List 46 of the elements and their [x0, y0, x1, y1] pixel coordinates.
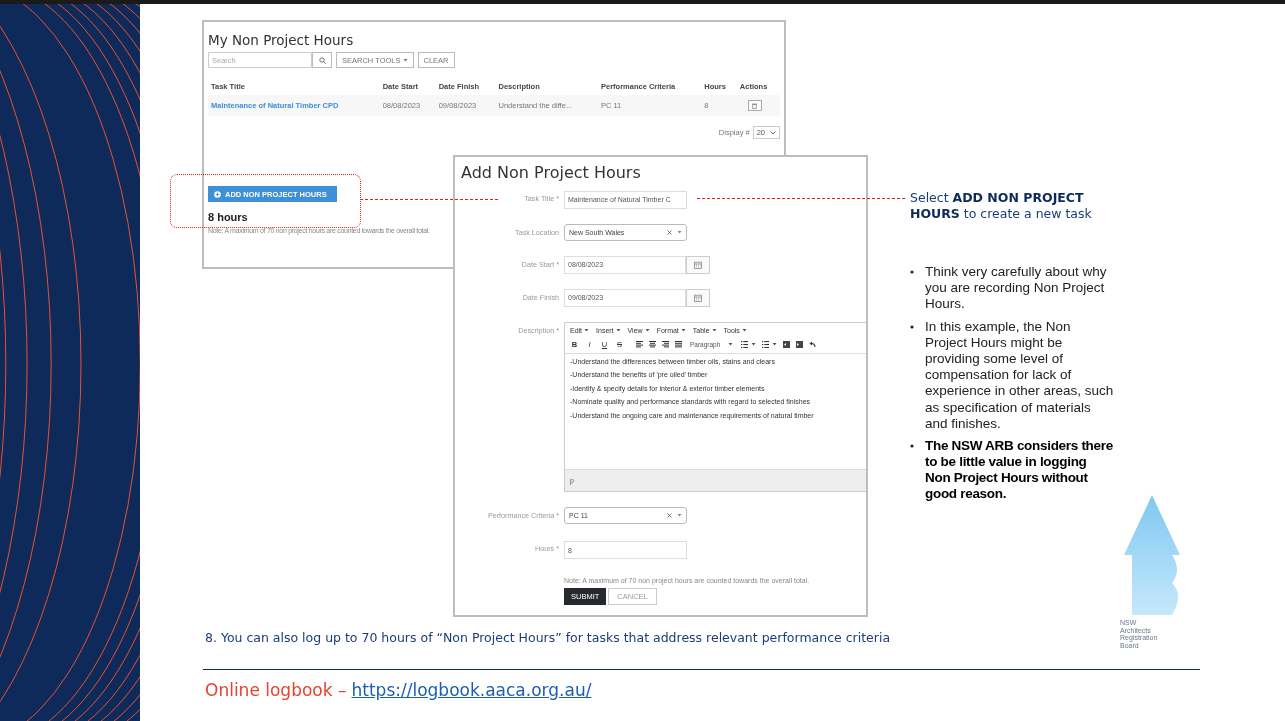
caret-icon: [402, 58, 408, 62]
panel-title: Add Non Project Hours: [461, 163, 642, 182]
clear-icon: [667, 229, 672, 235]
caret-icon: [644, 328, 650, 332]
search-button[interactable]: [312, 52, 332, 68]
bullet-text: The NSW ARB considers there to be little value in logging Non Project Hours without good reason.: [925, 437, 1114, 503]
search-icon: [318, 56, 326, 64]
caret-icon: [751, 342, 757, 346]
calendar-button[interactable]: [686, 255, 710, 274]
caret-icon: [728, 342, 734, 346]
caret-icon: [680, 328, 686, 332]
outdent-icon: [783, 340, 791, 348]
clear-icon: [667, 512, 672, 518]
undo-icon: [809, 340, 817, 348]
caret-icon: [711, 328, 717, 332]
delete-button[interactable]: [747, 100, 762, 111]
caret-icon: [677, 230, 682, 234]
callout-text: Select ADD NON PROJECT HOURS to create a new task: [910, 190, 1093, 223]
caret-icon: [584, 328, 590, 332]
caret-icon: [615, 328, 621, 332]
bullet-text: Think very carefully about why you are recording Non Project Hours.: [925, 264, 1108, 313]
calendar-button[interactable]: [686, 288, 710, 307]
calendar-icon: [694, 293, 702, 302]
bullet-list-icon: [741, 340, 749, 348]
rich-text-editor[interactable]: [564, 321, 866, 492]
panel-title: My Non Project Hours: [208, 32, 355, 48]
indent-icon: [796, 340, 804, 348]
footer-text: Online logbook –: [205, 680, 347, 700]
trash-icon: [752, 102, 758, 109]
caption-text: 8. You can also log up to 70 hours of “Non Project Hours” for tasks that address relevant performance criteria: [205, 630, 891, 645]
url-link[interactable]: https://logbook.aaca.org.au/: [351, 680, 592, 700]
caret-icon: [772, 342, 778, 346]
bullet-text: In this example, the Non Project Hours might be providing some level of compensation for lack of experience in other areas, such as specification of materials and finishes.: [925, 318, 1115, 432]
bullet-icon: [910, 443, 914, 448]
align-center-icon: [649, 340, 656, 348]
chevron-icon: [770, 130, 776, 135]
plus-circle-icon: [214, 190, 221, 198]
caret-icon: [677, 513, 682, 517]
align-right-icon: [662, 340, 669, 348]
align-justify-icon: [675, 340, 682, 348]
caret-icon: [741, 328, 747, 332]
align-left-icon: [636, 340, 643, 348]
total-hours: 8 hours: [208, 211, 248, 223]
bullet-icon: [910, 324, 914, 329]
calendar-icon: [694, 260, 702, 269]
bullet-icon: [910, 270, 914, 274]
